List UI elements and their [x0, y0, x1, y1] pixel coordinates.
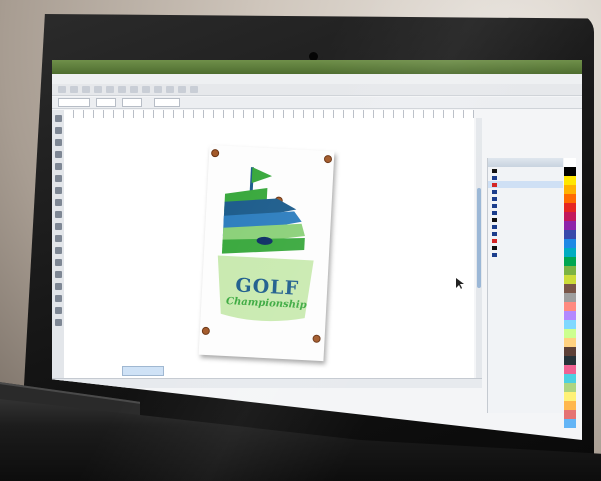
cut-button[interactable]: [106, 86, 114, 93]
color-swatch[interactable]: [564, 365, 576, 374]
color-swatch[interactable]: [564, 356, 576, 365]
freehand-tool-icon[interactable]: [54, 163, 62, 170]
zoom-select[interactable]: [190, 86, 198, 93]
polygon-tool-icon[interactable]: [54, 211, 62, 218]
rectangle-tool-icon[interactable]: [54, 187, 62, 194]
page-tab[interactable]: [122, 366, 164, 376]
menu-bar[interactable]: [52, 74, 582, 84]
list-item[interactable]: [488, 251, 563, 258]
scrollbar-thumb[interactable]: [477, 188, 481, 288]
paste-button[interactable]: [130, 86, 138, 93]
color-swatch[interactable]: [564, 419, 576, 428]
color-swatch[interactable]: [564, 257, 576, 266]
redo-button[interactable]: [154, 86, 162, 93]
outline-tool-icon[interactable]: [54, 319, 62, 326]
dimension-tool-icon[interactable]: [54, 247, 62, 254]
color-swatch[interactable]: [564, 311, 576, 320]
color-swatch[interactable]: [564, 266, 576, 275]
color-swatch[interactable]: [564, 230, 576, 239]
color-swatch[interactable]: [564, 203, 576, 212]
width-field[interactable]: [96, 98, 116, 107]
save-button[interactable]: [82, 86, 90, 93]
status-bar: [52, 378, 482, 388]
list-item[interactable]: [488, 167, 563, 174]
list-item[interactable]: [488, 237, 563, 244]
color-swatch[interactable]: [564, 212, 576, 221]
page-size-select[interactable]: [58, 98, 90, 107]
artistic-media-tool-icon[interactable]: [54, 175, 62, 182]
transparency-tool-icon[interactable]: [54, 283, 62, 290]
shape-tool-icon[interactable]: [54, 127, 62, 134]
export-button[interactable]: [178, 86, 186, 93]
golf-logo: [217, 167, 314, 322]
list-item[interactable]: [488, 202, 563, 209]
connector-tool-icon[interactable]: [54, 259, 62, 266]
color-palette: [564, 158, 576, 428]
list-item[interactable]: [488, 174, 563, 181]
color-swatch[interactable]: [564, 275, 576, 284]
list-item[interactable]: [488, 188, 563, 195]
ellipse-tool-icon[interactable]: [54, 199, 62, 206]
window-titlebar: [52, 60, 582, 74]
color-swatch[interactable]: [564, 185, 576, 194]
list-item[interactable]: [488, 209, 563, 216]
color-swatch[interactable]: [564, 383, 576, 392]
color-swatch[interactable]: [564, 293, 576, 302]
color-swatch[interactable]: [564, 338, 576, 347]
new-button[interactable]: [58, 86, 66, 93]
color-swatch[interactable]: [564, 239, 576, 248]
laptop: GOLF Championship: [0, 0, 601, 481]
eyedropper-tool-icon[interactable]: [54, 295, 62, 302]
height-field[interactable]: [122, 98, 142, 107]
color-swatch[interactable]: [564, 248, 576, 257]
fill-tool-icon[interactable]: [54, 307, 62, 314]
list-item[interactable]: [488, 244, 563, 251]
effects-tool-icon[interactable]: [54, 271, 62, 278]
color-swatch[interactable]: [564, 401, 576, 410]
color-swatch[interactable]: [564, 320, 576, 329]
list-item[interactable]: [488, 223, 563, 230]
print-button[interactable]: [94, 86, 102, 93]
standard-toolbar: [52, 84, 582, 96]
vertical-scrollbar[interactable]: [476, 118, 482, 378]
text-tool-icon[interactable]: [54, 223, 62, 230]
color-swatch[interactable]: [564, 284, 576, 293]
crop-tool-icon[interactable]: [54, 139, 62, 146]
color-swatch[interactable]: [564, 176, 576, 185]
zoom-tool-icon[interactable]: [54, 151, 62, 158]
screen: GOLF Championship: [52, 60, 582, 440]
docker-title: [488, 158, 563, 167]
list-item[interactable]: [488, 230, 563, 237]
document-page[interactable]: GOLF Championship: [198, 144, 335, 362]
undo-button[interactable]: [142, 86, 150, 93]
property-bar: [52, 97, 582, 109]
pick-tool-icon[interactable]: [54, 115, 62, 122]
list-item[interactable]: [488, 181, 563, 188]
list-item[interactable]: [488, 195, 563, 202]
table-tool-icon[interactable]: [54, 235, 62, 242]
copy-button[interactable]: [118, 86, 126, 93]
color-swatch[interactable]: [564, 410, 576, 419]
color-swatch[interactable]: [564, 347, 576, 356]
object-manager-docker: [487, 158, 563, 413]
arrow-cursor-icon: [456, 278, 464, 289]
drawing-canvas[interactable]: GOLF Championship: [64, 118, 474, 378]
color-swatch[interactable]: [564, 194, 576, 203]
import-button[interactable]: [166, 86, 174, 93]
color-swatch[interactable]: [564, 329, 576, 338]
color-swatch[interactable]: [564, 167, 576, 176]
color-swatch[interactable]: [564, 158, 576, 167]
color-swatch[interactable]: [564, 302, 576, 311]
color-swatch[interactable]: [564, 374, 576, 383]
color-swatch[interactable]: [564, 392, 576, 401]
color-swatch[interactable]: [564, 221, 576, 230]
units-select[interactable]: [154, 98, 180, 107]
open-button[interactable]: [70, 86, 78, 93]
list-item[interactable]: [488, 216, 563, 223]
webcam: [309, 52, 318, 61]
